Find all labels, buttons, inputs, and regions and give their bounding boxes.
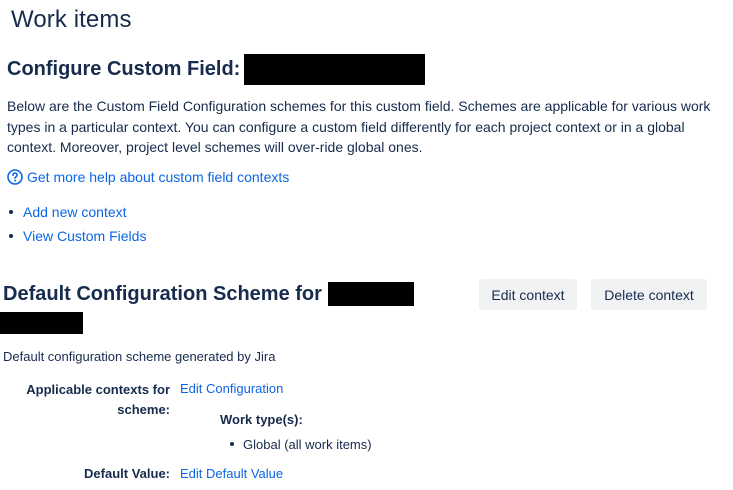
applicable-contexts-label: Applicable contexts for scheme: — [26, 382, 170, 417]
view-custom-fields-link[interactable]: View Custom Fields — [23, 228, 146, 244]
bullet — [9, 210, 13, 214]
custom-field-heading-label: Configure Custom Field: — [7, 58, 241, 80]
list-item: View Custom Fields — [7, 224, 146, 248]
custom-field-heading: Configure Custom Field: — [7, 54, 426, 85]
delete-context-button[interactable]: Delete context — [591, 279, 707, 310]
scheme-heading-label: Default Configuration Scheme for — [3, 282, 322, 305]
work-types-heading: Work type(s): — [220, 412, 303, 427]
scheme-heading: Default Configuration Scheme for — [3, 282, 414, 306]
bullet — [230, 442, 234, 446]
bullet — [9, 234, 13, 238]
default-value-label: Default Value: — [84, 466, 170, 481]
redacted-scheme-name — [327, 282, 414, 306]
list-item: Add new context — [7, 200, 146, 224]
add-new-context-link[interactable]: Add new context — [23, 204, 127, 220]
scheme-description: Default configuration scheme generated b… — [3, 349, 276, 364]
edit-default-value-link[interactable]: Edit Default Value — [180, 466, 283, 481]
help-link-row[interactable]: Get more help about custom field context… — [7, 169, 289, 185]
help-link[interactable]: Get more help about custom field context… — [27, 169, 289, 185]
redacted-field-name — [244, 54, 426, 85]
edit-configuration-link[interactable]: Edit Configuration — [180, 380, 283, 398]
redacted-scheme-name-continued — [0, 312, 83, 334]
page-title: Work items — [11, 6, 132, 33]
edit-context-button[interactable]: Edit context — [479, 279, 577, 310]
list-item: Global (all work items) — [230, 434, 372, 454]
work-types-list: Global (all work items) — [230, 434, 372, 454]
work-type-item: Global (all work items) — [243, 436, 372, 452]
custom-field-description: Below are the Custom Field Configuration… — [7, 98, 711, 155]
custom-field-actions: Add new context View Custom Fields — [7, 200, 146, 248]
question-circle-icon[interactable] — [7, 169, 23, 185]
